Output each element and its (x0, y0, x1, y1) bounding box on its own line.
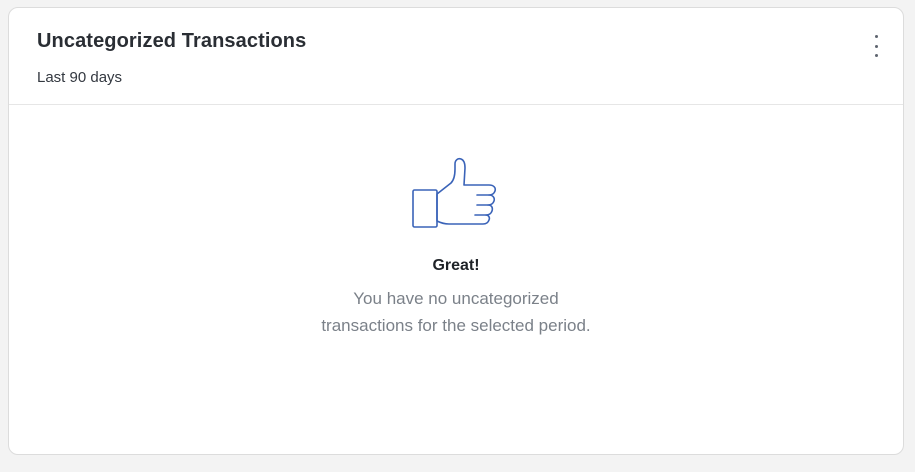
more-vertical-icon-dot (874, 44, 878, 48)
empty-state-message: You have no uncategorized transactions f… (321, 289, 591, 335)
more-vertical-icon (874, 35, 878, 38)
more-options-button[interactable] (867, 32, 885, 60)
empty-state-heading: Great! (432, 257, 480, 274)
thumbs-up-icon (412, 157, 497, 228)
card-subtitle: Last 90 days (37, 69, 123, 86)
uncategorized-transactions-card: Uncategorized Transactions Last 90 days … (8, 7, 904, 455)
empty-state: Great! You have no uncategorized transac… (9, 105, 903, 454)
card-title: Uncategorized Transactions (37, 30, 307, 52)
card-header: Uncategorized Transactions Last 90 days (9, 8, 903, 105)
more-vertical-icon-dot (874, 54, 878, 57)
